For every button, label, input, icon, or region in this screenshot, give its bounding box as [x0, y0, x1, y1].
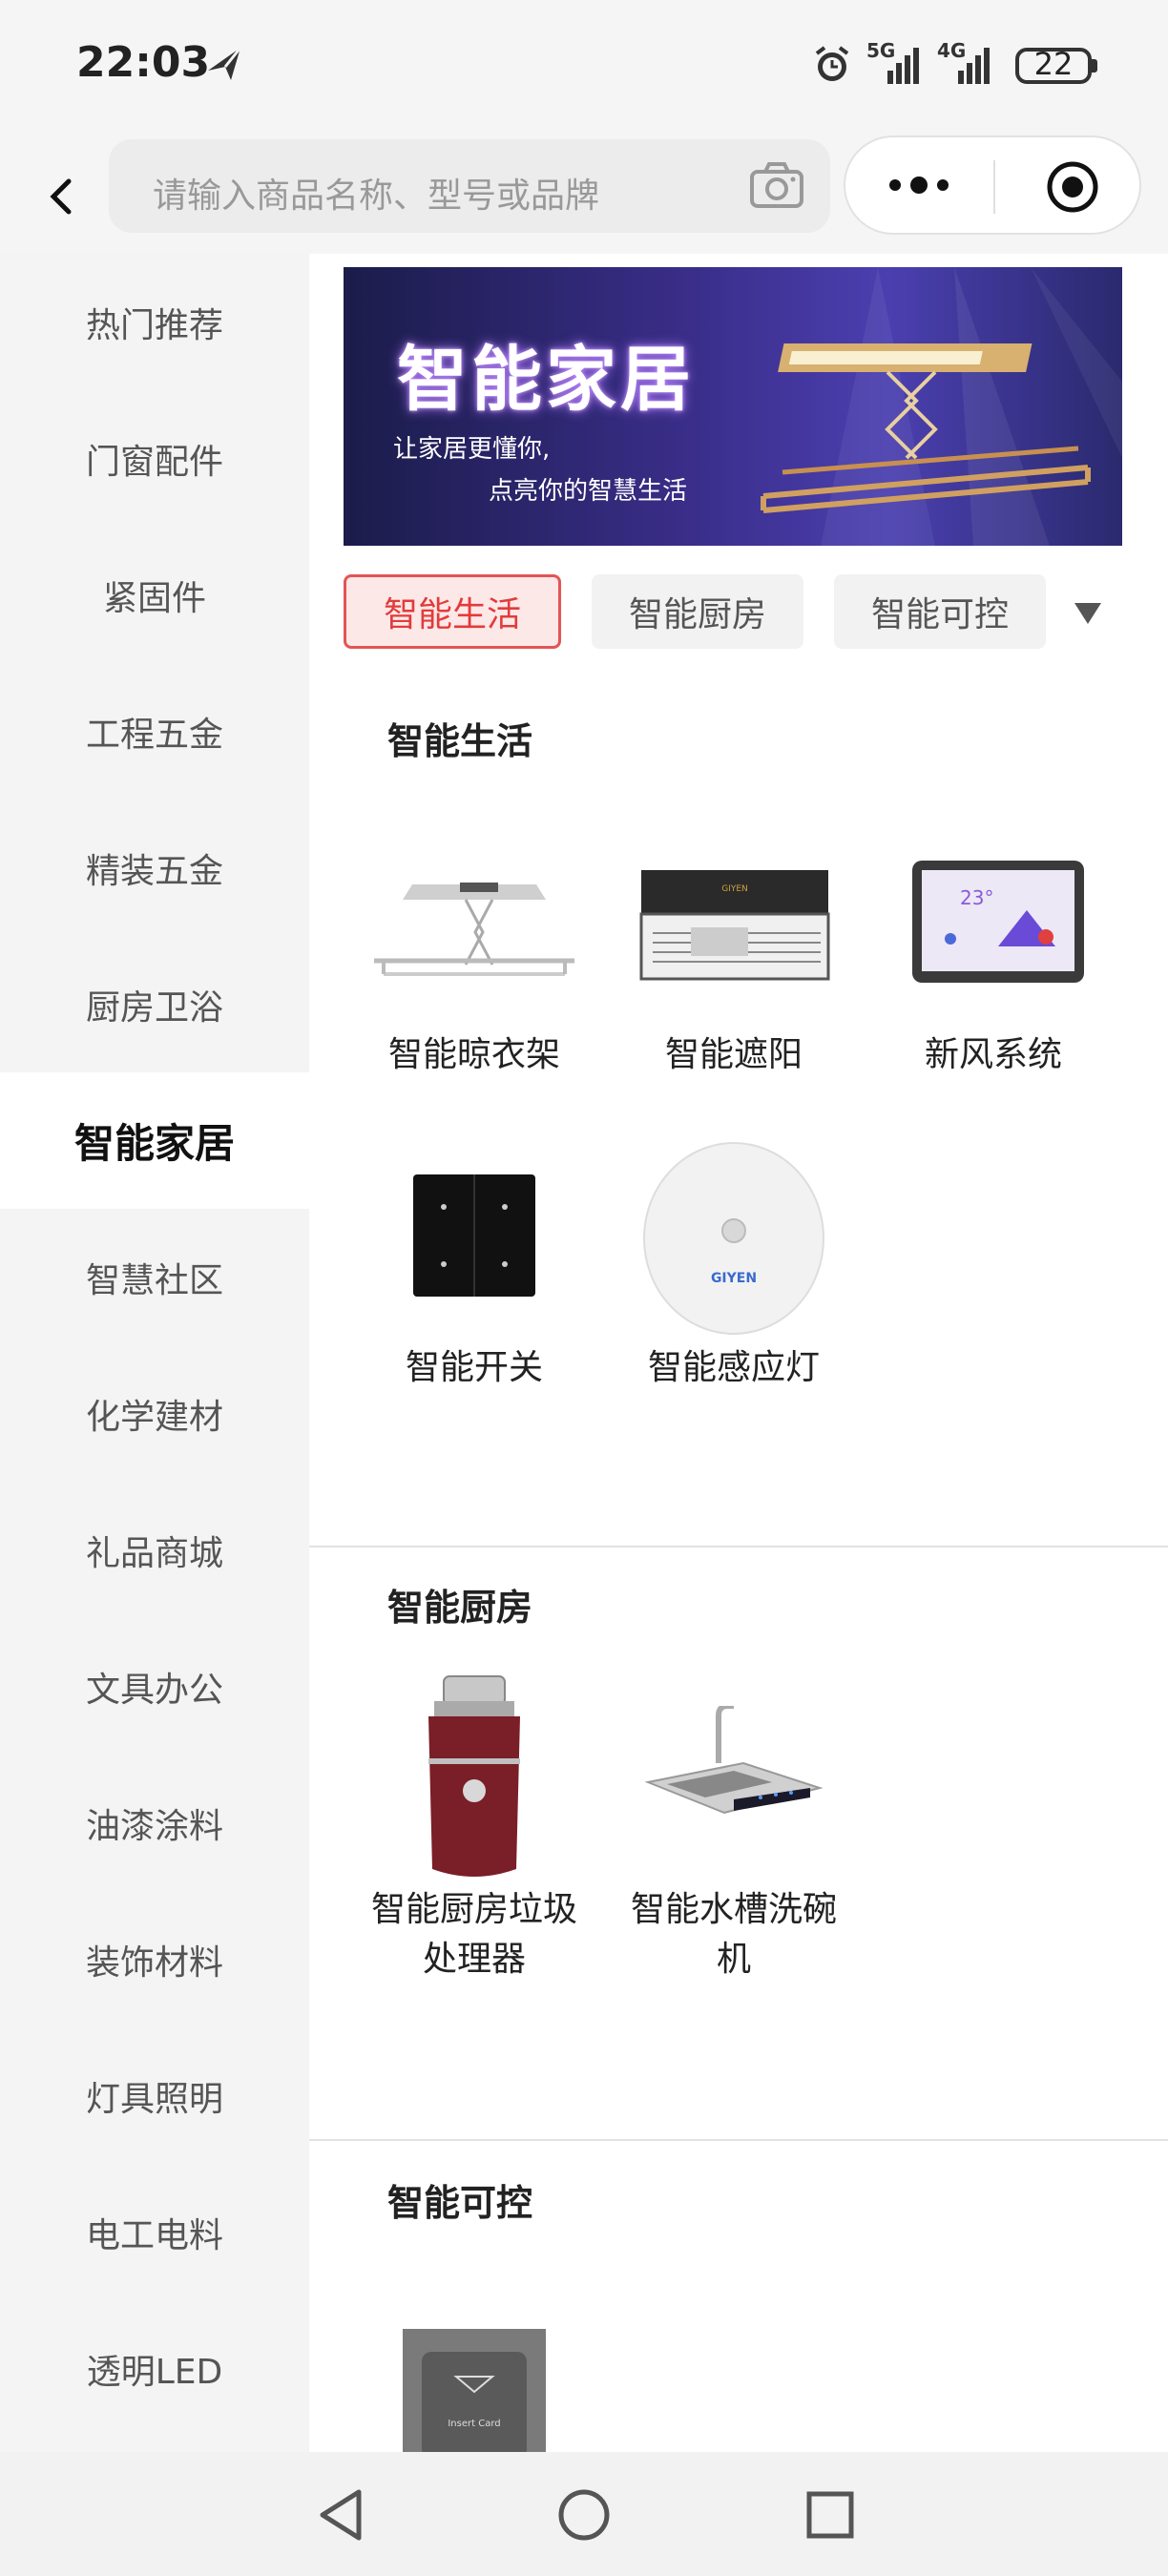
svg-text:23°: 23°	[960, 886, 993, 909]
sidebar-item-door-window[interactable]: 门窗配件	[0, 390, 309, 527]
product-name: 智能晾衣架	[387, 1035, 560, 1074]
banner-subtitle-1: 让家居更懂你,	[393, 435, 551, 464]
product-name: 智能厨房垃圾 处理器	[370, 1890, 577, 1979]
sink-dishwasher-image	[634, 1677, 834, 1878]
battery-icon: 22	[1015, 46, 1092, 84]
signal-5g-label: 5G	[866, 39, 895, 62]
battery-tip	[1092, 59, 1097, 73]
status-time: 22:03	[76, 38, 211, 87]
target-icon[interactable]	[1046, 160, 1099, 218]
search-placeholder: 请输入商品名称、型号或品牌	[153, 177, 600, 216]
battery-level: 22	[1033, 46, 1074, 82]
signal-4g-icon: 4G	[937, 38, 996, 92]
sidebar-item-smart-home[interactable]: 智能家居	[0, 1072, 309, 1209]
banner-subtitle-2: 点亮你的智慧生活	[489, 477, 688, 506]
sidebar-item-chemical-materials[interactable]: 化学建材	[0, 1345, 309, 1482]
fresh-air-panel-image: 23°	[893, 822, 1094, 1023]
card-switch-image: Insert Card	[374, 2305, 574, 2452]
product-name: 智能感应灯	[647, 1348, 820, 1387]
alarm-icon	[811, 44, 853, 90]
sidebar-item-kitchen-bath[interactable]: 厨房卫浴	[0, 936, 309, 1072]
section-title-smart-kitchen: 智能厨房	[387, 1587, 533, 1629]
sidebar-item-smart-community[interactable]: 智慧社区	[0, 1209, 309, 1345]
sidebar-item-lighting[interactable]: 灯具照明	[0, 2027, 309, 2164]
clothes-rack-image	[374, 822, 574, 1023]
garbage-disposer-image	[374, 1675, 574, 1878]
banner-title: 智能家居	[397, 339, 695, 421]
search-input[interactable]: 请输入商品名称、型号或品牌	[109, 139, 830, 233]
section-divider	[309, 1546, 1168, 1548]
sidebar-item-paint[interactable]: 油漆涂料	[0, 1755, 309, 1891]
smart-switch-image	[374, 1135, 574, 1336]
status-bar: 22:03 5G 4G 22	[0, 0, 1168, 134]
section-divider	[309, 2139, 1168, 2141]
sidebar-item-transparent-led[interactable]: 透明LED	[0, 2300, 309, 2437]
sidebar-item-electrical[interactable]: 电工电料	[0, 2164, 309, 2300]
nav-recent-icon[interactable]	[803, 2488, 857, 2542]
section-title-smart-control: 智能可控	[387, 2182, 533, 2224]
sensor-light-image: GIYEN	[634, 1135, 834, 1336]
sidebar-item-gift-mall[interactable]: 礼品商城	[0, 1482, 309, 1618]
tab-smart-life[interactable]: 智能生活	[344, 574, 561, 649]
nav-back-icon[interactable]	[315, 2486, 368, 2544]
sidebar-item-stationery[interactable]: 文具办公	[0, 1618, 309, 1755]
product-name: 智能开关	[405, 1348, 543, 1387]
card-switch-text: Insert Card	[448, 2419, 500, 2429]
signal-4g-label: 4G	[937, 39, 966, 62]
sidebar-item-finishing-hardware[interactable]: 精装五金	[0, 800, 309, 936]
product-name: 新风系统	[924, 1035, 1062, 1074]
nav-home-icon[interactable]	[555, 2486, 613, 2544]
tab-expand-icon[interactable]	[1073, 599, 1103, 630]
more-icon[interactable]	[886, 166, 952, 208]
category-sidebar: 热门推荐 门窗配件 紧固件 工程五金 精装五金 厨房卫浴 智能家居 智慧社区 化…	[0, 254, 309, 2452]
sidebar-item-engineering-hardware[interactable]: 工程五金	[0, 663, 309, 800]
product-name: 智能遮阳	[664, 1035, 803, 1074]
send-icon	[204, 42, 246, 88]
svg-text:GIYEN: GIYEN	[721, 884, 748, 894]
system-nav-bar	[0, 2452, 1168, 2576]
sunshade-image: GIYEN	[634, 822, 834, 1023]
main-content: 智能家居 让家居更懂你, 点亮你的智慧生活 智能生活 智能厨房 智能可控 智能生…	[309, 254, 1168, 2452]
back-icon	[50, 178, 72, 215]
camera-icon[interactable]	[748, 160, 805, 216]
clothes-rack-illustration	[761, 343, 1091, 513]
tab-smart-kitchen[interactable]: 智能厨房	[592, 574, 803, 649]
mini-program-capsule	[844, 135, 1141, 235]
tab-smart-control[interactable]: 智能可控	[834, 574, 1046, 649]
sensor-light-brand: GIYEN	[711, 1271, 757, 1286]
sidebar-item-hot[interactable]: 热门推荐	[0, 254, 309, 390]
signal-5g-icon: 5G	[866, 38, 926, 92]
header: 请输入商品名称、型号或品牌	[0, 134, 1168, 254]
capsule-divider	[993, 160, 995, 214]
back-button[interactable]	[27, 162, 94, 229]
sidebar-item-fasteners[interactable]: 紧固件	[0, 527, 309, 663]
smart-home-banner[interactable]: 智能家居 让家居更懂你, 点亮你的智慧生活	[344, 267, 1122, 546]
sidebar-item-decoration[interactable]: 装饰材料	[0, 1891, 309, 2027]
section-title-smart-life: 智能生活	[387, 720, 533, 762]
product-name: 智能水槽洗碗机	[630, 1890, 837, 1979]
